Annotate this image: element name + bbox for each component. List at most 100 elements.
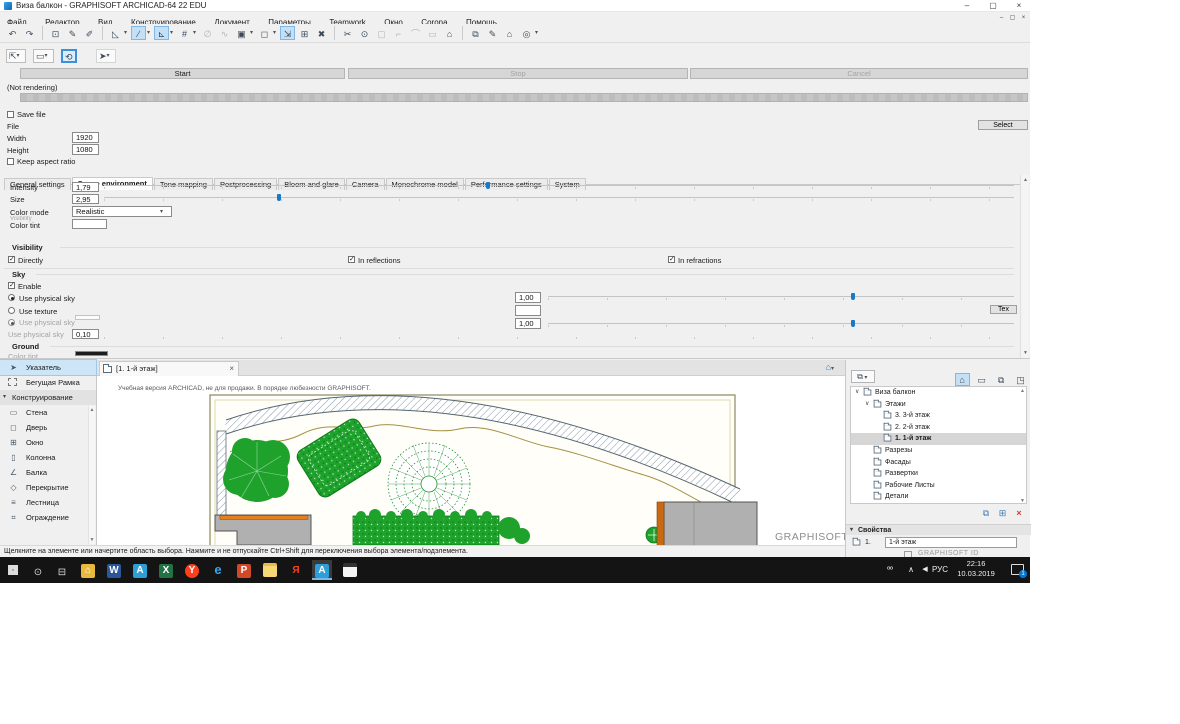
in-refractions-checkbox[interactable]: ✓	[668, 256, 675, 263]
ghost-value-input[interactable]: 0,10	[72, 329, 99, 339]
cancel-render-button[interactable]: Cancel	[690, 68, 1028, 79]
sky-enable-checkbox[interactable]: ✓	[8, 282, 15, 289]
save-file-checkbox[interactable]	[7, 111, 14, 118]
stop-render-button[interactable]: Stop	[348, 68, 688, 79]
quick-view-caret-icon[interactable]: ▾	[831, 362, 837, 376]
tool-door[interactable]: ◻ Дверь	[0, 420, 96, 435]
use-texture-radio[interactable]	[8, 307, 15, 314]
color-mode-caret-icon[interactable]: ▾	[160, 208, 163, 215]
tree-item-floor2[interactable]: 2. 2-й этаж	[851, 422, 1026, 434]
project-map-icon[interactable]: ⌂	[954, 373, 970, 386]
grid-snap-icon[interactable]: #	[177, 26, 192, 40]
intensity-input[interactable]: 1,79	[72, 182, 99, 192]
tree-item-project[interactable]: ∨ Виза балкон	[851, 387, 1026, 399]
split-icon[interactable]: ✂	[340, 26, 355, 40]
schedule-icon[interactable]: ⊞	[297, 26, 312, 40]
minimize-button[interactable]: –	[956, 0, 978, 11]
tree-scrollbar[interactable]: ▲ ▼	[1019, 387, 1026, 503]
toolbox-scrollbar[interactable]: ▲ ▼	[88, 406, 95, 544]
gravity-icon[interactable]: ⊾	[154, 26, 169, 40]
sky-texture-input[interactable]	[515, 305, 541, 316]
language-indicator[interactable]: РУС	[930, 557, 950, 583]
clock[interactable]: 22:16 10.03.2019	[950, 559, 1002, 579]
select-file-button[interactable]: Select	[978, 120, 1028, 130]
sky-intensity-slider[interactable]	[548, 293, 1014, 300]
edit-elements-icon[interactable]: ✎	[485, 26, 500, 40]
close-button[interactable]: ×	[1008, 0, 1030, 11]
tool-railing[interactable]: ⌗ Ограждение	[0, 510, 96, 525]
movies-app-icon[interactable]	[340, 560, 360, 580]
mdi-minimize-button[interactable]: –	[996, 13, 1007, 23]
render-settings-icon[interactable]: ◎	[519, 26, 534, 40]
sky-intensity-input[interactable]: 1,00	[515, 292, 541, 303]
project-chooser-button[interactable]: ⧉▾	[851, 370, 875, 383]
undo-icon[interactable]: ↶	[5, 26, 20, 40]
store-icon[interactable]: ⌂	[78, 560, 98, 580]
expander-icon[interactable]: ∨	[855, 387, 859, 399]
tree-item-interior-elevations[interactable]: Развертки	[851, 468, 1026, 480]
camera-select-button[interactable]: ▭▾	[33, 49, 54, 63]
publisher-icon[interactable]: ◳	[1013, 373, 1028, 386]
interactive-render-button[interactable]: ⟲	[60, 49, 77, 63]
tree-item-elevations[interactable]: Фасады	[851, 457, 1026, 469]
word-icon[interactable]: W	[104, 560, 124, 580]
render-settings-caret-icon[interactable]: ▾	[535, 26, 541, 40]
lock-caret-icon[interactable]: ▾	[273, 26, 279, 40]
width-input[interactable]: 1920	[72, 132, 99, 143]
zoom-icon[interactable]: ⊙	[357, 26, 372, 40]
mdi-close-button[interactable]: ×	[1018, 13, 1029, 23]
story-name-input[interactable]: 1-й этаж	[885, 537, 1017, 548]
properties-header[interactable]: ▾ Свойства	[846, 524, 1031, 535]
renderer-select-button[interactable]: ⇱▾	[6, 49, 26, 63]
renovation-caret-icon[interactable]: ▾	[250, 26, 256, 40]
guide-lines-caret-icon[interactable]: ▾	[124, 26, 130, 40]
tool-beam[interactable]: ∠ Балка	[0, 465, 96, 480]
tree-scroll-down-icon[interactable]: ▼	[1019, 498, 1026, 503]
yandex-browser-icon[interactable]: Y	[182, 560, 202, 580]
tool-wall[interactable]: ▭ Стена	[0, 405, 96, 420]
tree-scroll-up-icon[interactable]: ▲	[1019, 388, 1026, 394]
color-tint-swatch[interactable]	[72, 219, 107, 229]
tool-column[interactable]: ▯ Колонна	[0, 450, 96, 465]
start-render-button[interactable]: Start	[20, 68, 345, 79]
marquee-3d-icon[interactable]: ⧉	[468, 26, 483, 40]
tree-item-sections[interactable]: Разрезы	[851, 445, 1026, 457]
search-icon[interactable]: ⊙	[28, 560, 48, 580]
fit-in-window-icon[interactable]: ✖	[314, 26, 329, 40]
tool-window[interactable]: ⊞ Окно	[0, 435, 96, 450]
tool-stair[interactable]: ≡ Лестница	[0, 495, 96, 510]
start-button-icon[interactable]	[8, 565, 18, 575]
inject-parameters-icon[interactable]: ✐	[82, 26, 97, 40]
tool-arrow[interactable]: ➤ Указатель	[0, 359, 97, 376]
file-explorer-icon[interactable]	[260, 560, 280, 580]
keep-aspect-checkbox[interactable]	[7, 158, 14, 165]
action-center-icon[interactable]: 1	[1011, 564, 1027, 578]
pickup-parameters-icon[interactable]: ✎	[65, 26, 80, 40]
use-physical-sky-radio[interactable]	[8, 294, 15, 301]
restore-button[interactable]: ▢	[982, 0, 1004, 11]
intensity-slider[interactable]	[104, 182, 1014, 189]
scroll-up-icon[interactable]: ▲	[1021, 177, 1030, 183]
favorites-icon[interactable]: ⊡	[48, 26, 63, 40]
toolbox-scroll-up-icon[interactable]: ▲	[89, 407, 95, 413]
tree-item-floor1[interactable]: 1. 1-й этаж	[851, 433, 1026, 445]
layout-book-icon[interactable]: ⧉	[994, 373, 1009, 386]
tree-item-floor3[interactable]: 3. 3-й этаж	[851, 410, 1026, 422]
archicad-active-icon[interactable]: A	[312, 560, 332, 580]
new-viewpoint-icon[interactable]: ⊞	[995, 508, 1009, 519]
tree-item-details[interactable]: Детали	[851, 491, 1026, 503]
internet-explorer-icon[interactable]: e	[208, 560, 228, 580]
toolbox-scroll-down-icon[interactable]: ▼	[89, 537, 95, 543]
tree-item-stories[interactable]: ∨ Этажи	[851, 399, 1026, 411]
excel-icon[interactable]: X	[156, 560, 176, 580]
tool-slab[interactable]: ◇ Перекрытие	[0, 480, 96, 495]
expander-icon[interactable]: ∨	[865, 399, 869, 411]
tree-item-worksheets[interactable]: Рабочие Листы	[851, 480, 1026, 492]
in-reflections-checkbox[interactable]: ✓	[348, 256, 355, 263]
snap-guides-caret-icon[interactable]: ▾	[147, 26, 153, 40]
view-map-icon[interactable]: ▭	[974, 373, 989, 386]
sky-intensity2-input[interactable]: 1,00	[515, 318, 541, 329]
people-icon[interactable]: ºº	[882, 557, 898, 583]
grid-snap-caret-icon[interactable]: ▾	[193, 26, 199, 40]
cursor-mode-button[interactable]: ➤▾	[95, 49, 116, 63]
